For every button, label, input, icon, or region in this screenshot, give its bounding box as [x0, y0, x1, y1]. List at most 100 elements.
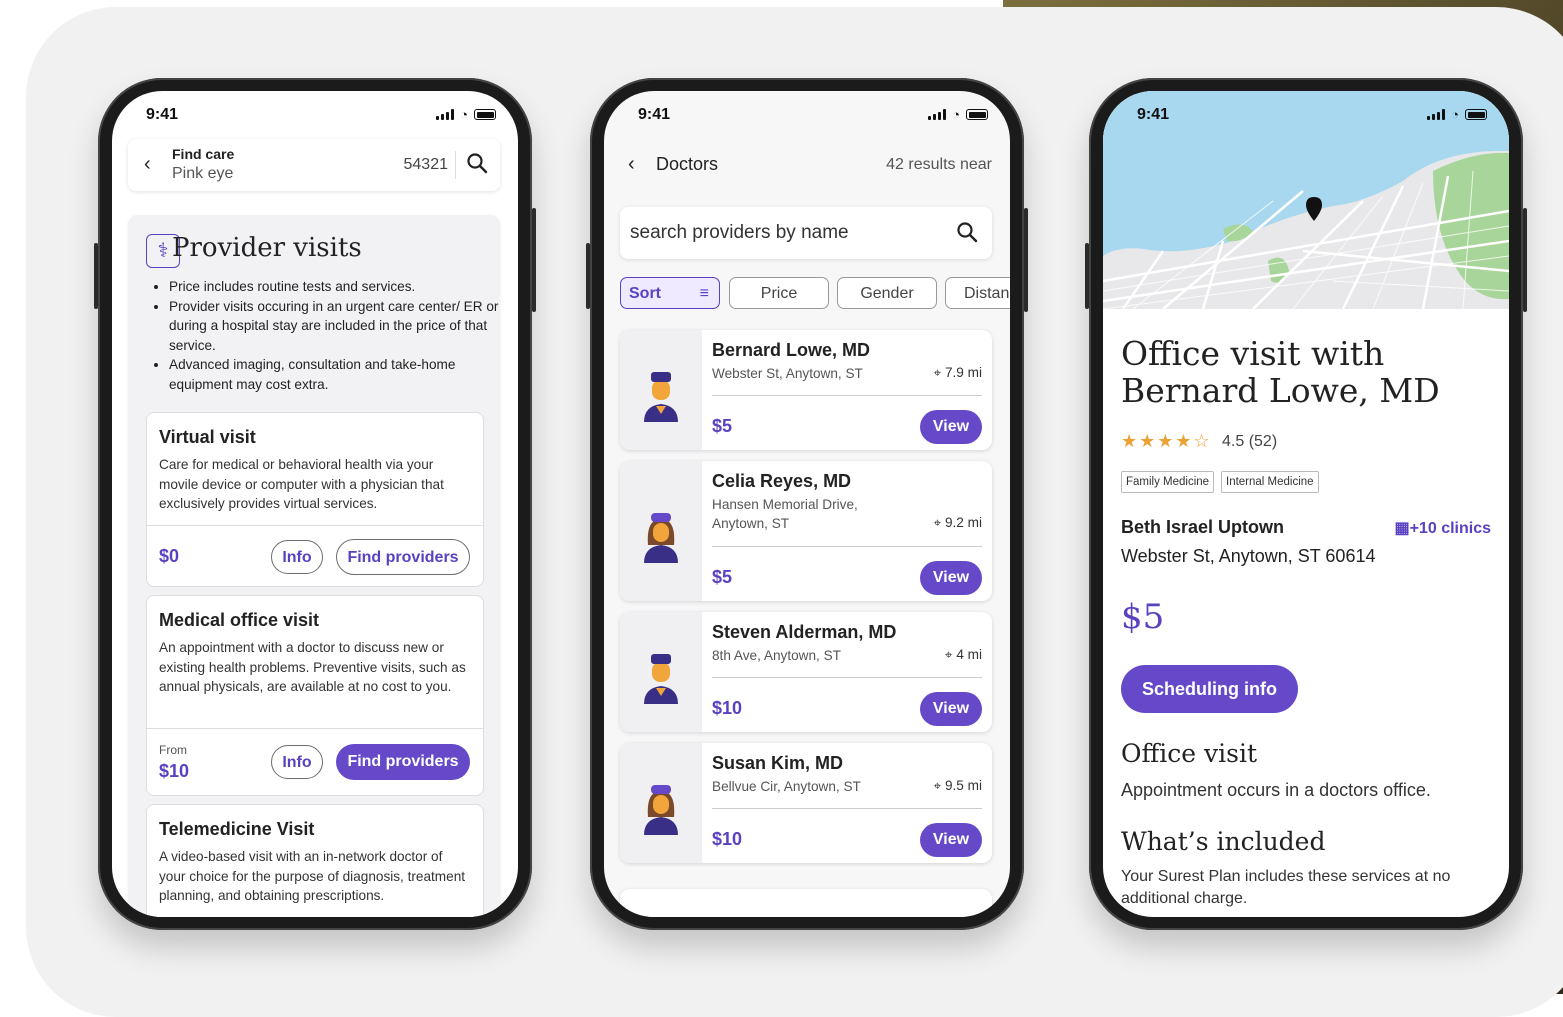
list-item: Price includes routine tests and service…: [169, 277, 499, 297]
search-input[interactable]: search providers by name: [630, 222, 849, 244]
wifi-icon: ◔: [952, 107, 960, 122]
battery-icon: [966, 109, 988, 120]
rating-value: 4.5 (52): [1222, 433, 1278, 450]
status-bar: 9:41 ◔: [112, 91, 518, 137]
search-icon[interactable]: [466, 152, 488, 174]
zip-code-field[interactable]: 54321: [404, 156, 449, 174]
location-pin-icon: ⌖: [944, 647, 953, 662]
screen: 9:41 ◔ ‹ Find care Pink eye 54321 ⚕ Prov…: [112, 91, 518, 917]
section-heading: Office visit: [1121, 739, 1257, 768]
divider: [712, 808, 982, 809]
care-search-label: Find care: [172, 146, 235, 162]
doctor-card[interactable]: Bernard Lowe, MD Webster St, Anytown, ST…: [620, 330, 992, 450]
service-description: Care for medical or behavioral health vi…: [159, 457, 444, 511]
wifi-icon: ◔: [460, 107, 468, 122]
male-doctor-avatar: [644, 372, 678, 422]
doctor-card[interactable]: Steven Alderman, MD 8th Ave, Anytown, ST…: [620, 612, 992, 732]
distance: ⌖ 9.2 mi: [934, 515, 982, 531]
service-title: Virtual visit: [159, 427, 256, 447]
doctor-name: Celia Reyes, MD: [712, 471, 852, 491]
female-doctor-avatar: [644, 513, 678, 563]
price-from-label: From: [159, 743, 187, 757]
list-item: Advanced imaging, consultation and take-…: [169, 355, 499, 394]
doctor-address: Webster St, Anytown, ST: [712, 366, 863, 381]
service-price: $10: [159, 761, 190, 781]
service-title: Telemedicine Visit: [159, 819, 315, 839]
doctor-price: $5: [712, 416, 733, 436]
male-doctor-avatar: [644, 654, 678, 704]
more-clinics-link[interactable]: ▦+10 clinics: [1394, 518, 1491, 538]
sort-chip[interactable]: Sort ≡: [620, 277, 720, 309]
back-chevron-icon[interactable]: ‹: [628, 153, 635, 176]
service-title: Medical office visit: [159, 610, 320, 630]
building-icon: ▦: [1394, 520, 1410, 537]
phone-find-care: 9:41 ◔ ‹ Find care Pink eye 54321 ⚕ Prov…: [94, 78, 536, 930]
divider: [455, 151, 456, 179]
status-time: 9:41: [638, 106, 671, 123]
find-providers-button[interactable]: Find providers: [336, 539, 470, 575]
gender-chip[interactable]: Gender: [837, 277, 937, 309]
female-doctor-avatar: [644, 785, 678, 835]
find-providers-button[interactable]: Find providers: [336, 744, 470, 780]
doctor-card-partial[interactable]: [620, 889, 992, 917]
location-pin-icon: ⌖: [933, 778, 942, 793]
info-button[interactable]: Info: [271, 745, 323, 779]
price-chip[interactable]: Price: [729, 277, 829, 309]
doctor-card[interactable]: Susan Kim, MD Bellvue Cir, Anytown, ST ⌖…: [620, 743, 992, 863]
section-heading: What’s included: [1121, 827, 1326, 856]
section-text: Appointment occurs in a doctors office.: [1121, 780, 1431, 800]
status-time: 9:41: [146, 106, 179, 123]
location-pin-icon: ⌖: [933, 365, 942, 380]
service-description: An appointment with a doctor to discuss …: [159, 640, 466, 694]
battery-icon: [1465, 109, 1487, 120]
view-button[interactable]: View: [920, 823, 982, 857]
doctor-card[interactable]: Celia Reyes, MD Hansen Memorial Drive, A…: [620, 461, 992, 601]
divider: [147, 525, 483, 526]
provider-search-bar[interactable]: search providers by name: [620, 207, 992, 259]
results-count: 42 results near: [886, 156, 992, 173]
status-bar: 9:41 ◔: [604, 91, 1010, 137]
page-title: Provider visits: [172, 233, 362, 263]
care-search-bar[interactable]: ‹ Find care Pink eye 54321: [128, 139, 500, 191]
location-pin-icon: ⌖: [933, 515, 942, 530]
divider: [712, 677, 982, 678]
divider: [712, 395, 982, 396]
distance: ⌖ 4 mi: [945, 647, 982, 663]
wifi-icon: ◔: [1451, 107, 1459, 122]
signal-icon: [928, 109, 947, 120]
doctor-address: 8th Ave, Anytown, ST: [712, 648, 841, 663]
status-time: 9:41: [1137, 106, 1170, 123]
back-chevron-icon[interactable]: ‹: [144, 153, 151, 176]
distance-value: 4 mi: [956, 647, 982, 662]
distance-value: 7.9 mi: [944, 365, 982, 380]
scheduling-info-button[interactable]: Scheduling info: [1121, 665, 1298, 713]
distance-value: 9.5 mi: [944, 778, 982, 793]
view-button[interactable]: View: [920, 561, 982, 595]
view-button[interactable]: View: [920, 410, 982, 444]
distance-chip[interactable]: Distan: [945, 277, 1010, 309]
sort-lines-icon: ≡: [699, 285, 709, 302]
price-notes-list: Price includes routine tests and service…: [152, 277, 499, 394]
distance: ⌖ 7.9 mi: [934, 365, 982, 381]
service-description: A video-based visit with an in-network d…: [159, 849, 466, 903]
info-button[interactable]: Info: [271, 540, 323, 574]
visit-price: $5: [1121, 597, 1165, 637]
divider: [712, 546, 982, 547]
more-clinics-label: +10 clinics: [1409, 520, 1491, 537]
phone-office-visit: 9:41 ◔ Office visit with Bernard Lowe, M…: [1085, 78, 1527, 930]
divider: [147, 728, 483, 729]
specialty-tag: Family Medicine: [1121, 471, 1215, 493]
care-search-value[interactable]: Pink eye: [172, 165, 233, 183]
view-button[interactable]: View: [920, 692, 982, 726]
service-card-virtual: Virtual visit Care for medical or behavi…: [146, 412, 484, 587]
doctor-address: Bellvue Cir, Anytown, ST: [712, 779, 861, 794]
search-icon[interactable]: [956, 221, 978, 243]
list-item: Provider visits occuring in an urgent ca…: [169, 297, 499, 356]
doctor-address: Hansen Memorial Drive, Anytown, ST: [712, 497, 858, 531]
signal-icon: [436, 109, 455, 120]
status-bar: 9:41 ◔: [1103, 91, 1509, 137]
doctor-name: Steven Alderman, MD: [712, 622, 897, 642]
doctor-name: Susan Kim, MD: [712, 753, 844, 773]
doctor-price: $5: [712, 567, 733, 587]
distance: ⌖ 9.5 mi: [934, 778, 982, 794]
